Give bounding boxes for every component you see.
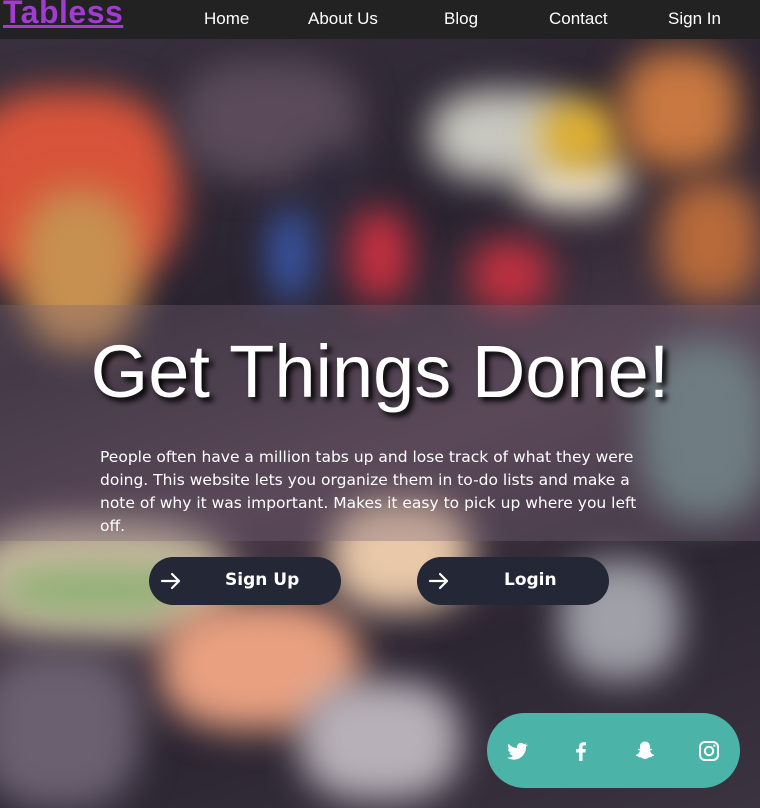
hero-description: People often have a million tabs up and … (100, 448, 637, 535)
login-label: Login (504, 570, 557, 590)
twitter-icon[interactable] (505, 739, 529, 763)
sign-up-label: Sign Up (225, 570, 300, 590)
nav-sign-in[interactable]: Sign In (668, 9, 721, 29)
nav-about-us[interactable]: About Us (308, 9, 378, 29)
arrow-right-icon (160, 572, 181, 590)
social-links (487, 713, 740, 788)
sign-up-button[interactable]: Sign Up (149, 557, 341, 605)
login-button[interactable]: Login (417, 557, 609, 605)
brand-logo[interactable]: Tabless (3, 0, 123, 31)
arrow-right-icon (428, 572, 449, 590)
instagram-icon[interactable] (697, 739, 721, 763)
hero-headline: Get Things Done! (90, 330, 670, 413)
nav-contact[interactable]: Contact (549, 9, 608, 29)
snapchat-icon[interactable] (633, 739, 657, 763)
facebook-icon[interactable] (569, 739, 593, 763)
nav-home[interactable]: Home (204, 9, 249, 29)
navbar: Tabless Home About Us Blog Contact Sign … (0, 0, 760, 39)
nav-blog[interactable]: Blog (444, 9, 478, 29)
